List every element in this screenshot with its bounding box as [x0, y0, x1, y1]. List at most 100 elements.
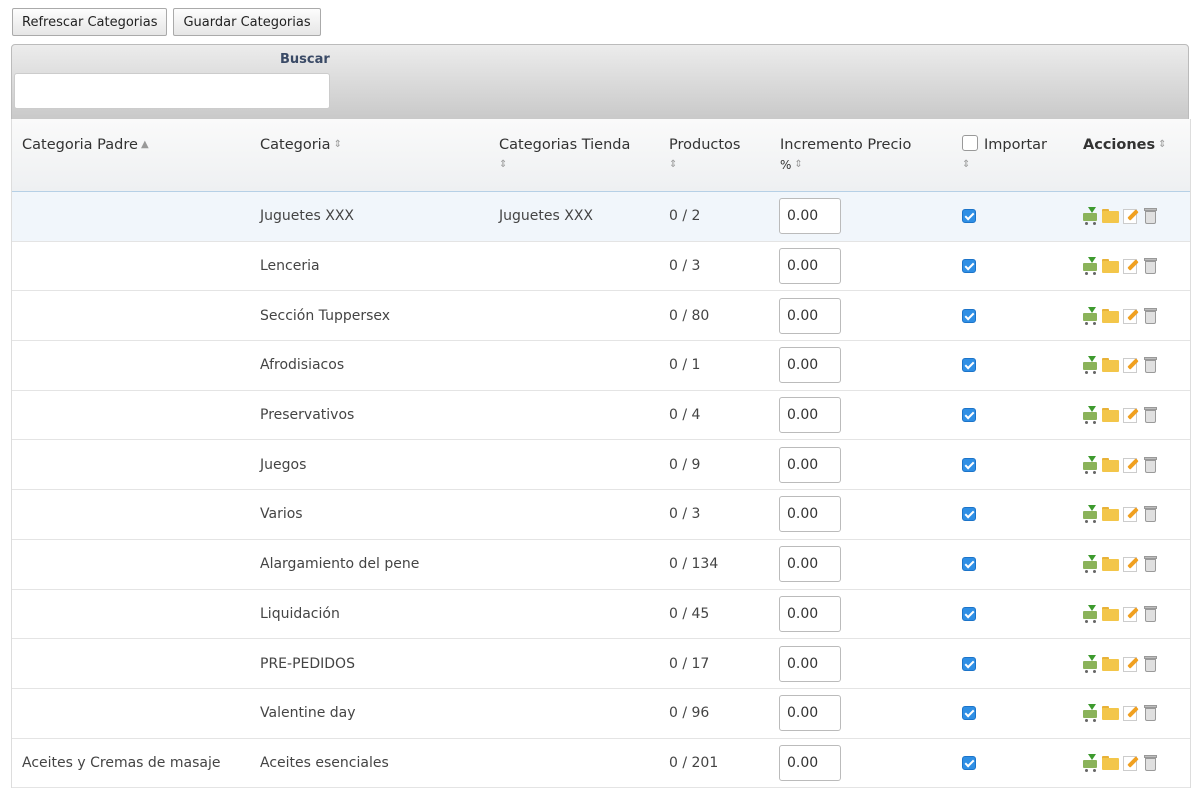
import-cart-icon[interactable] [1082, 455, 1100, 474]
col-import-header[interactable]: Importar ⇕ [962, 135, 1047, 172]
import-checkbox[interactable] [962, 358, 976, 373]
trash-icon[interactable] [1142, 456, 1160, 474]
folder-icon[interactable] [1102, 356, 1120, 374]
import-checkbox[interactable] [962, 606, 976, 621]
folder-icon[interactable] [1102, 307, 1120, 325]
price-increase-input[interactable] [779, 496, 841, 533]
table-row[interactable]: PRE-PEDIDOS 0 / 17 [12, 639, 1190, 689]
price-increase-input[interactable] [779, 397, 841, 434]
col-actions-header[interactable]: Acciones ⇕ [1083, 135, 1167, 155]
trash-icon[interactable] [1142, 505, 1160, 523]
search-input[interactable] [14, 73, 330, 109]
price-increase-input[interactable] [779, 695, 841, 732]
folder-icon[interactable] [1102, 605, 1120, 623]
edit-pencil-icon[interactable] [1122, 555, 1140, 573]
trash-icon[interactable] [1142, 257, 1160, 275]
import-cart-icon[interactable] [1082, 604, 1100, 623]
trash-icon[interactable] [1142, 754, 1160, 772]
table-row[interactable]: Aceites y Cremas de masaje Aceites esenci… [12, 739, 1190, 788]
table-row[interactable]: Alargamiento del pene 0 / 134 [12, 540, 1190, 590]
save-categories-button[interactable]: Guardar Categorias [173, 8, 321, 36]
trash-icon[interactable] [1142, 307, 1160, 325]
import-all-checkbox[interactable] [962, 135, 978, 151]
import-cart-icon[interactable] [1082, 306, 1100, 325]
col-category-header[interactable]: Categoria ⇕ [260, 135, 342, 155]
price-increase-input[interactable] [779, 297, 841, 334]
import-checkbox[interactable] [962, 656, 976, 671]
row-actions [1082, 207, 1160, 226]
edit-pencil-icon[interactable] [1122, 605, 1140, 623]
edit-pencil-icon[interactable] [1122, 655, 1140, 673]
folder-icon[interactable] [1102, 406, 1120, 424]
import-checkbox[interactable] [962, 259, 976, 274]
import-checkbox[interactable] [962, 507, 976, 522]
col-import-label: Importar [984, 137, 1047, 153]
price-increase-input[interactable] [779, 546, 841, 583]
folder-icon[interactable] [1102, 555, 1120, 573]
folder-icon[interactable] [1102, 257, 1120, 275]
table-row[interactable]: Valentine day 0 / 96 [12, 689, 1190, 739]
price-increase-input[interactable] [779, 744, 841, 781]
table-row[interactable]: Sección Tuppersex 0 / 80 [12, 291, 1190, 342]
import-cart-icon[interactable] [1082, 406, 1100, 425]
col-store-header[interactable]: Categorias Tienda ⇕ [499, 135, 630, 172]
import-checkbox[interactable] [962, 209, 976, 224]
price-increase-input[interactable] [779, 347, 841, 384]
import-checkbox[interactable] [962, 706, 976, 721]
edit-pencil-icon[interactable] [1122, 307, 1140, 325]
edit-pencil-icon[interactable] [1122, 754, 1140, 772]
import-checkbox[interactable] [962, 308, 976, 323]
trash-icon[interactable] [1142, 555, 1160, 573]
edit-pencil-icon[interactable] [1122, 257, 1140, 275]
import-checkbox[interactable] [962, 408, 976, 423]
price-increase-input[interactable] [779, 645, 841, 682]
products-cell: 0 / 3 [669, 258, 701, 275]
price-increase-input[interactable] [779, 248, 841, 285]
trash-icon[interactable] [1142, 605, 1160, 623]
trash-icon[interactable] [1142, 704, 1160, 722]
import-cart-icon[interactable] [1082, 257, 1100, 276]
col-products-header[interactable]: Productos ⇕ [669, 135, 740, 172]
import-checkbox[interactable] [962, 557, 976, 572]
toolbar: Refrescar Categorias Guardar Categorias [12, 8, 321, 36]
edit-pencil-icon[interactable] [1122, 406, 1140, 424]
edit-pencil-icon[interactable] [1122, 207, 1140, 225]
folder-icon[interactable] [1102, 207, 1120, 225]
import-cart-icon[interactable] [1082, 505, 1100, 524]
col-parent-header[interactable]: Categoria Padre ▲ [22, 135, 149, 155]
trash-icon[interactable] [1142, 655, 1160, 673]
import-cart-icon[interactable] [1082, 555, 1100, 574]
edit-pencil-icon[interactable] [1122, 505, 1140, 523]
refresh-categories-button[interactable]: Refrescar Categorias [12, 8, 168, 36]
table-row[interactable]: Lenceria 0 / 3 [12, 242, 1190, 292]
trash-icon[interactable] [1142, 207, 1160, 225]
edit-pencil-icon[interactable] [1122, 356, 1140, 374]
import-checkbox[interactable] [962, 755, 976, 770]
table-row[interactable]: Juguetes XXX Juguetes XXX 0 / 2 [12, 192, 1190, 242]
import-cart-icon[interactable] [1082, 654, 1100, 673]
import-cart-icon[interactable] [1082, 753, 1100, 772]
table-row[interactable]: Preservativos 0 / 4 [12, 391, 1190, 441]
folder-icon[interactable] [1102, 655, 1120, 673]
edit-pencil-icon[interactable] [1122, 456, 1140, 474]
table-row[interactable]: Varios 0 / 3 [12, 490, 1190, 540]
sort-icon: ⇕ [669, 159, 678, 170]
edit-pencil-icon[interactable] [1122, 704, 1140, 722]
price-increase-input[interactable] [779, 198, 841, 235]
import-cart-icon[interactable] [1082, 207, 1100, 226]
import-cart-icon[interactable] [1082, 704, 1100, 723]
table-row[interactable]: Afrodisiacos 0 / 1 [12, 341, 1190, 391]
folder-icon[interactable] [1102, 505, 1120, 523]
table-row[interactable]: Juegos 0 / 9 [12, 440, 1190, 491]
folder-icon[interactable] [1102, 456, 1120, 474]
folder-icon[interactable] [1102, 754, 1120, 772]
import-cart-icon[interactable] [1082, 356, 1100, 375]
trash-icon[interactable] [1142, 406, 1160, 424]
col-increase-header[interactable]: Incremento Precio % ⇕ [780, 135, 911, 175]
price-increase-input[interactable] [779, 446, 841, 483]
table-row[interactable]: Liquidación 0 / 45 [12, 590, 1190, 640]
trash-icon[interactable] [1142, 356, 1160, 374]
import-checkbox[interactable] [962, 457, 976, 472]
folder-icon[interactable] [1102, 704, 1120, 722]
price-increase-input[interactable] [779, 595, 841, 632]
